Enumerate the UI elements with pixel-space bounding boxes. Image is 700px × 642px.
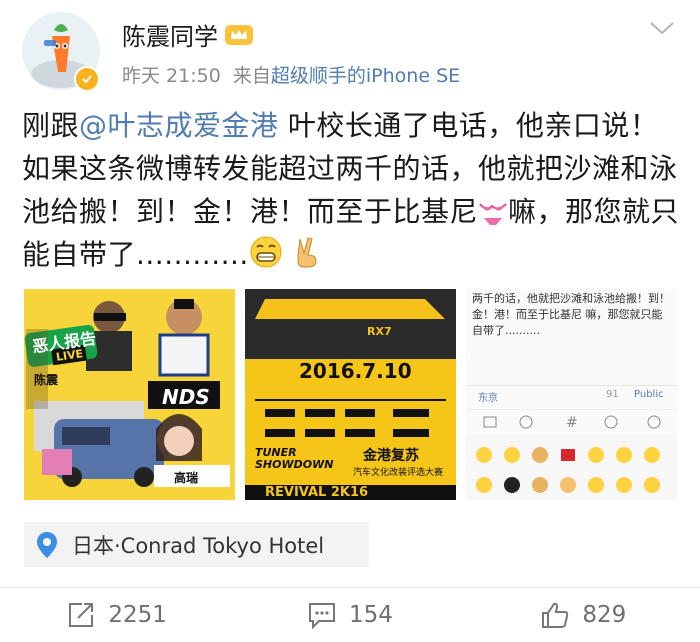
location-pin-icon (37, 531, 57, 558)
verified-badge-icon (74, 66, 100, 92)
host-name-1: 陈震 (34, 373, 59, 387)
nds-badge: NDS (162, 385, 210, 409)
victory-hand-icon (297, 237, 317, 268)
comment-icon (309, 603, 336, 629)
host-name-2: 高瑞 (174, 471, 199, 485)
mention-link[interactable]: @叶志成爱金港 (79, 109, 279, 142)
event-date: 2016.7.10 (299, 359, 412, 383)
screenshot-count: 91 (606, 389, 619, 400)
source-device[interactable]: 超级顺手的iPhone SE (271, 65, 460, 87)
event-subtitle: 汽车文化改装评选大赛 (353, 468, 444, 478)
post-text-part1: 刚跟 (22, 109, 80, 142)
username[interactable]: 陈震同学 (122, 17, 254, 52)
like-button[interactable]: 829 (467, 588, 700, 642)
like-count: 829 (582, 602, 627, 628)
post-image-2[interactable]: RX7 2016.7.10 TUNER SHOWDOWN 金港复苏 汽车文化改装… (245, 289, 456, 500)
grin-emoji-icon (250, 236, 282, 268)
post-header: 陈震同学 昨天 21:50 来自超级顺手的iPhone SE (0, 0, 700, 100)
event-name: 金港复苏 (363, 448, 419, 464)
post-text: 刚跟@叶志成爱金港 叶校长通了电话，他亲口说！如果这条微博转发能超过两千的话，他… (22, 104, 682, 276)
chevron-down-icon[interactable] (648, 18, 676, 38)
location-text[interactable]: 日本·Conrad Tokyo Hotel (72, 530, 324, 560)
comment-button[interactable]: 154 (233, 588, 466, 642)
screenshot-public: Public (634, 389, 664, 400)
tuner-showdown: TUNER SHOWDOWN (255, 446, 334, 471)
comment-count: 154 (349, 602, 393, 628)
action-bar: 2251 154 829 (0, 588, 700, 642)
revival-text: REVIVAL 2K16 (265, 485, 369, 500)
car-model: RX7 (367, 325, 392, 338)
post-image-3[interactable]: 两千的话，他就把沙滩和泳池给搬！到！金！港！而至于比基尼 嘛，那您就只能自带了.… (466, 289, 677, 500)
screenshot-text: 两千的话，他就把沙滩和泳池给搬！到！金！港！而至于比基尼 嘛，那您就只能自带了.… (472, 292, 670, 337)
repost-icon (69, 603, 94, 627)
repost-count: 2251 (108, 602, 167, 628)
source-prefix: 来自 (232, 65, 271, 87)
username-text[interactable]: 陈震同学 (122, 17, 218, 52)
vip-crown-icon (225, 24, 253, 45)
repost-button[interactable]: 2251 (0, 588, 233, 642)
svg-text:#: # (566, 415, 578, 431)
location-tag[interactable]: 日本·Conrad Tokyo Hotel (24, 522, 369, 567)
bikini-emoji-icon (479, 203, 507, 225)
thumbs-up-icon (542, 602, 569, 628)
screenshot-location: 东京 (478, 393, 498, 404)
post-meta: 昨天 21:50 来自超级顺手的iPhone SE (122, 61, 460, 88)
post-image-1[interactable]: 恶人报告 LIVE NDS 陈震 高瑞 (24, 289, 235, 500)
post-time: 昨天 21:50 (122, 65, 221, 87)
